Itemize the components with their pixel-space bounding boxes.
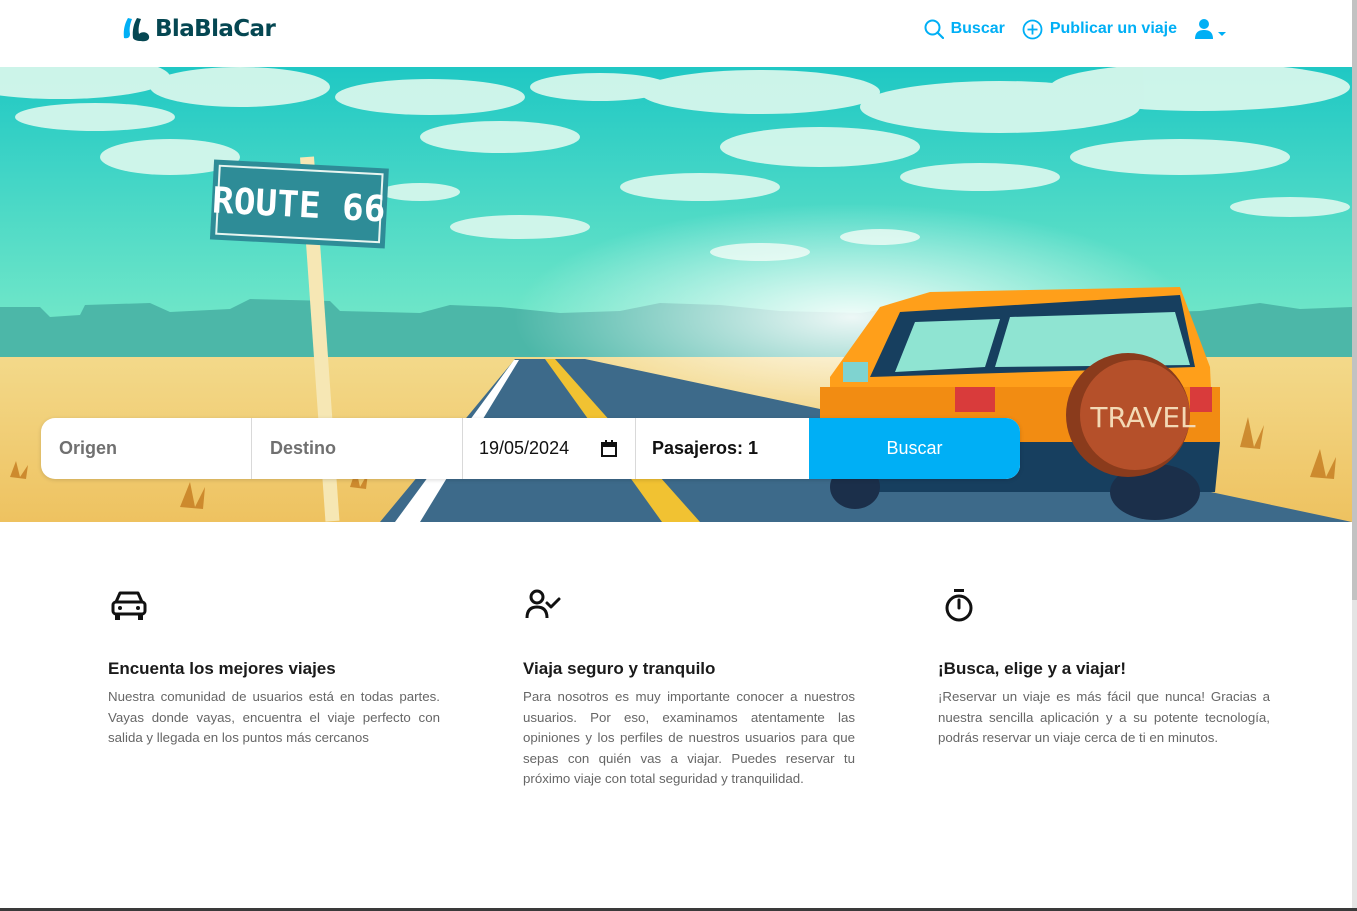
feature-title: Encuenta los mejores viajes — [108, 659, 336, 678]
search-icon — [924, 19, 944, 39]
nav-search-link[interactable]: Buscar — [924, 19, 1005, 39]
hero-banner: ROUTE 66 TRAVEL Origen Destino 19/05/202… — [0, 67, 1352, 522]
feature-title: Viaja seguro y tranquilo — [523, 659, 716, 678]
destination-field-wrapper — [252, 418, 463, 479]
nav-publish-link[interactable]: Publicar un viaje — [1022, 19, 1177, 40]
scrollbar[interactable] — [1352, 0, 1357, 911]
feature-text: Para nosotros es muy importante conocer … — [523, 689, 855, 786]
user-icon — [1195, 19, 1213, 39]
scrollbar-thumb[interactable] — [1352, 0, 1357, 600]
chevron-down-icon — [1218, 32, 1226, 36]
blablacar-logo[interactable]: BlaBlaCar — [122, 16, 276, 42]
nav-search-label: Buscar — [950, 20, 1005, 37]
date-field[interactable]: 19/05/2024 — [463, 418, 636, 479]
origin-input[interactable] — [57, 437, 231, 460]
origin-field-wrapper — [41, 418, 252, 479]
calendar-icon[interactable] — [601, 440, 617, 457]
user-check-icon — [525, 589, 561, 619]
feature-title: ¡Busca, elige y a viajar! — [938, 659, 1127, 678]
nav-publish-label: Publicar un viaje — [1049, 20, 1177, 37]
header: BlaBlaCar Buscar Publicar un viaje — [0, 0, 1352, 67]
search-button[interactable]: Buscar — [809, 418, 1020, 479]
plus-circle-icon — [1022, 19, 1043, 39]
logo-text: BlaBlaCar — [155, 16, 276, 42]
feature-book-travel: ¡Busca, elige y a viajar! ¡Reservar un v… — [938, 588, 1270, 749]
destination-input[interactable] — [268, 437, 442, 460]
blablacar-logo-icon — [123, 18, 150, 42]
feature-safe-travel: Viaja seguro y tranquilo Para nosotros e… — [523, 588, 855, 790]
car-icon — [111, 591, 147, 620]
passengers-label: Pasajeros: 1 — [652, 438, 759, 458]
search-bar: 19/05/2024 Pasajeros: 1 Buscar — [41, 418, 1020, 479]
stopwatch-icon — [945, 589, 973, 622]
top-nav: Buscar Publicar un viaje — [907, 18, 1227, 40]
feature-text: ¡Reservar un viaje es más fácil que nunc… — [938, 689, 1270, 745]
user-menu[interactable] — [1194, 18, 1227, 40]
passengers-field[interactable]: Pasajeros: 1 — [636, 418, 809, 479]
feature-find-trips: Encuenta los mejores viajes Nuestra comu… — [108, 588, 440, 749]
feature-text: Nuestra comunidad de usuarios está en to… — [108, 689, 440, 745]
date-value: 19/05/2024 — [479, 438, 570, 458]
tire-text: TRAVEL — [1089, 401, 1196, 434]
